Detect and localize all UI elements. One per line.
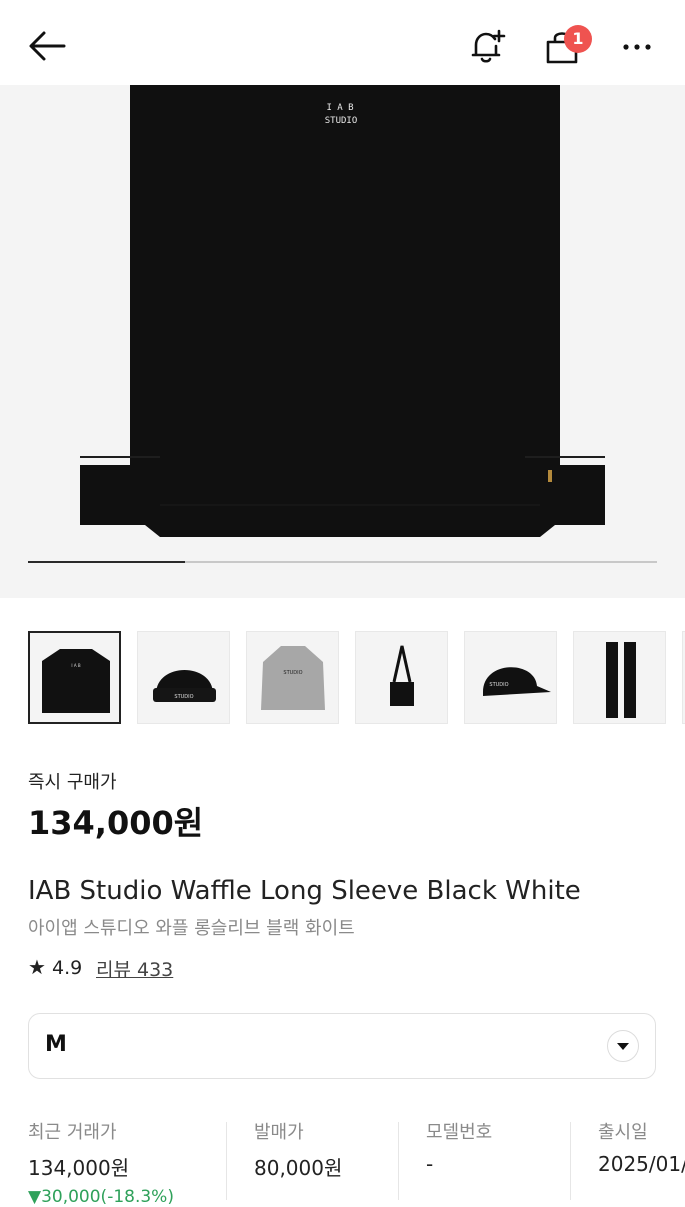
thumb-bag[interactable] — [355, 631, 448, 724]
thumb-scarf[interactable] — [573, 631, 666, 724]
hero-logo-line2: STUDIO — [325, 116, 358, 126]
dropdown-arrow-icon[interactable] — [607, 1030, 639, 1062]
star-icon: ★ — [28, 955, 46, 979]
hero-logo-line1: I A B — [326, 103, 353, 113]
size-selector[interactable]: M — [28, 1013, 656, 1079]
stat-model-number: 모델번호 - — [426, 1118, 492, 1176]
thumb-beanie-logo: STUDIO — [174, 694, 193, 700]
thumb-beanie[interactable]: STUDIO — [137, 631, 230, 724]
product-title-ko: 아이앱 스튜디오 와플 롱슬리브 블랙 화이트 — [28, 918, 355, 939]
product-title-en: IAB Studio Waffle Long Sleeve Black Whit… — [28, 876, 581, 906]
review-link[interactable]: 리뷰 433 — [96, 955, 173, 982]
stat-value: 2025/01/ — [598, 1152, 685, 1176]
price-change: ▼30,000(-18.3%) — [28, 1187, 174, 1207]
thumb-sweatshirt[interactable]: I A B — [28, 631, 121, 724]
back-arrow-icon[interactable] — [26, 28, 68, 64]
product-image[interactable]: I A B STUDIO — [0, 85, 685, 598]
divider — [226, 1122, 227, 1200]
rating-value: 4.9 — [51, 957, 83, 979]
thumb-cap-logo: STUDIO — [489, 682, 508, 688]
thumb-jacket-logo: STUDIO — [283, 670, 302, 676]
sweatshirt-image: I A B STUDIO — [80, 85, 605, 537]
thumb-sweatshirt-logo: I A B — [71, 663, 80, 668]
stat-value: - — [426, 1152, 434, 1176]
thumb-cap[interactable]: STUDIO — [464, 631, 557, 724]
buy-now-label: 즉시 구매가 — [28, 772, 117, 793]
stat-recent-trade: 최근 거래가 134,000원 ▼30,000(-18.3%) — [28, 1118, 174, 1207]
divider — [398, 1122, 399, 1200]
bell-plus-icon[interactable] — [468, 28, 508, 66]
top-bar: 1 — [0, 0, 685, 85]
stat-value: 134,000원 — [28, 1156, 130, 1180]
stat-value: 80,000원 — [254, 1156, 343, 1180]
size-value: M — [45, 1032, 67, 1057]
stat-label: 출시일 — [598, 1122, 648, 1143]
stat-label: 발매가 — [254, 1122, 304, 1143]
more-icon[interactable] — [620, 40, 656, 54]
stat-release-price: 발매가 80,000원 — [254, 1118, 342, 1181]
cart-count-badge: 1 — [564, 25, 592, 53]
slide-progress — [28, 561, 657, 563]
thumb-jacket[interactable]: STUDIO — [246, 631, 339, 724]
rating-row: ★ 4.9 리뷰 433 — [28, 955, 173, 981]
stat-label: 최근 거래가 — [28, 1122, 117, 1143]
stat-release-date: 출시일 2025/01/ — [598, 1118, 685, 1176]
buy-now-price: 134,000원 — [28, 804, 204, 842]
slide-progress-fill — [28, 561, 186, 563]
divider — [570, 1122, 571, 1200]
thumbnail-strip: I A B STUDIO STUDIO STUDIO — [28, 631, 685, 727]
stat-label: 모델번호 — [426, 1122, 493, 1143]
